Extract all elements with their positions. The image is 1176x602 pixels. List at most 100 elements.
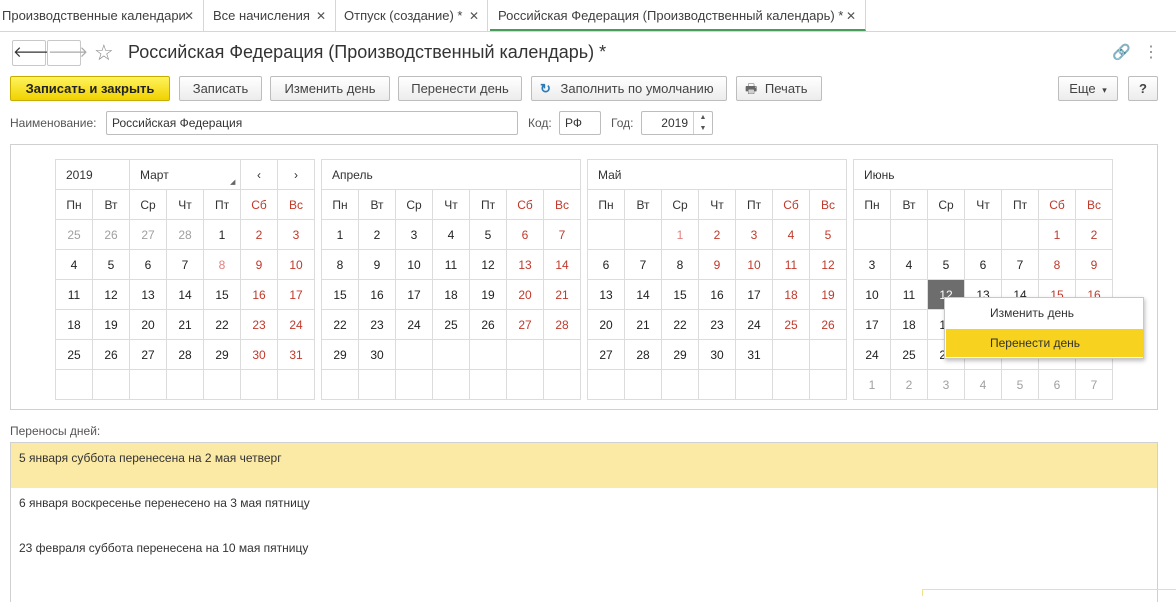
day-cell[interactable]: 27 <box>130 220 167 250</box>
day-cell[interactable]: 2 <box>1076 220 1113 250</box>
day-cell[interactable]: 20 <box>130 310 167 340</box>
day-cell[interactable]: 19 <box>810 280 847 310</box>
chevron-down-icon[interactable]: ▼ <box>694 123 712 134</box>
day-cell[interactable]: 8 <box>662 250 699 280</box>
day-cell[interactable]: 11 <box>433 250 470 280</box>
day-cell[interactable]: 1 <box>204 220 241 250</box>
save-button[interactable]: Записать <box>179 76 262 101</box>
day-cell[interactable]: 24 <box>736 310 773 340</box>
day-cell[interactable]: 28 <box>544 310 581 340</box>
close-icon[interactable]: ✕ <box>469 0 479 32</box>
tab-production-calendar[interactable]: Российская Федерация (Производственный к… <box>490 0 866 31</box>
day-cell[interactable]: 13 <box>588 280 625 310</box>
day-cell[interactable]: 1 <box>1039 220 1076 250</box>
month-selector[interactable]: Март <box>130 160 241 190</box>
day-cell[interactable]: 17 <box>854 310 891 340</box>
day-cell[interactable]: 30 <box>359 340 396 370</box>
day-cell[interactable]: 11 <box>773 250 810 280</box>
day-cell[interactable]: 24 <box>278 310 315 340</box>
day-cell[interactable]: 24 <box>854 340 891 370</box>
day-cell[interactable]: 29 <box>322 340 359 370</box>
day-cell[interactable]: 9 <box>699 250 736 280</box>
name-field[interactable]: Российская Федерация <box>106 111 518 135</box>
day-cell[interactable]: 25 <box>433 310 470 340</box>
day-cell[interactable]: 4 <box>433 220 470 250</box>
day-cell[interactable]: 25 <box>56 220 93 250</box>
tab-calendars[interactable]: Производственные календари ✕ <box>0 0 204 32</box>
day-cell[interactable]: 27 <box>130 340 167 370</box>
day-cell[interactable]: 29 <box>204 340 241 370</box>
year-selector[interactable]: 2019 <box>56 160 130 190</box>
change-day-button[interactable]: Изменить день <box>270 76 390 101</box>
day-cell[interactable]: 28 <box>167 340 204 370</box>
day-cell[interactable]: 6 <box>588 250 625 280</box>
back-button[interactable]: 🡐 <box>12 40 53 66</box>
list-item[interactable]: 23 февраля суббота перенесена на 10 мая … <box>11 533 1157 578</box>
day-cell[interactable]: 1 <box>322 220 359 250</box>
day-cell[interactable]: 26 <box>93 340 130 370</box>
day-cell[interactable]: 14 <box>167 280 204 310</box>
year-stepper[interactable]: ▲ ▼ <box>693 112 712 134</box>
day-cell[interactable]: 21 <box>167 310 204 340</box>
next-month-button[interactable]: › <box>278 160 315 190</box>
transfers-list[interactable]: 5 января суббота перенесена на 2 мая чет… <box>10 442 1158 602</box>
day-cell[interactable]: 16 <box>241 280 278 310</box>
day-cell[interactable]: 30 <box>699 340 736 370</box>
more-button[interactable]: Еще ▾ <box>1058 76 1118 101</box>
day-cell[interactable]: 29 <box>662 340 699 370</box>
day-cell[interactable]: 17 <box>278 280 315 310</box>
day-cell[interactable]: 12 <box>470 250 507 280</box>
day-cell[interactable]: 14 <box>625 280 662 310</box>
day-cell[interactable]: 3 <box>396 220 433 250</box>
close-icon[interactable]: ✕ <box>846 0 856 29</box>
day-cell[interactable]: 27 <box>507 310 544 340</box>
day-cell[interactable]: 5 <box>93 250 130 280</box>
day-cell[interactable]: 12 <box>93 280 130 310</box>
day-cell[interactable]: 19 <box>470 280 507 310</box>
day-cell[interactable]: 31 <box>278 340 315 370</box>
day-cell[interactable]: 11 <box>891 280 928 310</box>
day-cell[interactable]: 2 <box>359 220 396 250</box>
day-cell[interactable]: 24 <box>396 310 433 340</box>
day-cell[interactable]: 10 <box>396 250 433 280</box>
day-cell[interactable]: 7 <box>1076 370 1113 400</box>
day-cell[interactable]: 15 <box>662 280 699 310</box>
day-cell[interactable]: 5 <box>928 250 965 280</box>
day-cell[interactable]: 7 <box>1002 250 1039 280</box>
day-cell[interactable]: 5 <box>810 220 847 250</box>
day-cell[interactable]: 10 <box>854 280 891 310</box>
help-button[interactable]: ? <box>1128 76 1158 101</box>
list-item[interactable]: 5 января суббота перенесена на 2 мая чет… <box>11 443 1157 488</box>
day-cell[interactable]: 8 <box>1039 250 1076 280</box>
day-cell[interactable]: 6 <box>965 250 1002 280</box>
day-cell[interactable]: 1 <box>854 370 891 400</box>
tab-vacation[interactable]: Отпуск (создание) * ✕ <box>336 0 488 32</box>
forward-button[interactable]: 🡒 <box>47 40 88 66</box>
day-cell[interactable]: 10 <box>278 250 315 280</box>
day-cell[interactable]: 6 <box>130 250 167 280</box>
day-cell[interactable]: 10 <box>736 250 773 280</box>
day-cell[interactable]: 23 <box>241 310 278 340</box>
day-cell[interactable]: 9 <box>359 250 396 280</box>
day-cell[interactable]: 23 <box>699 310 736 340</box>
save-and-close-button[interactable]: Записать и закрыть <box>10 76 170 101</box>
day-cell[interactable]: 22 <box>662 310 699 340</box>
day-cell[interactable]: 14 <box>544 250 581 280</box>
day-cell[interactable]: 26 <box>810 310 847 340</box>
day-cell[interactable]: 25 <box>891 340 928 370</box>
day-cell[interactable]: 15 <box>322 280 359 310</box>
day-cell[interactable]: 28 <box>625 340 662 370</box>
day-cell[interactable]: 3 <box>854 250 891 280</box>
star-icon[interactable]: ☆ <box>94 40 114 66</box>
day-cell[interactable]: 28 <box>167 220 204 250</box>
day-cell[interactable]: 13 <box>507 250 544 280</box>
day-cell[interactable]: 9 <box>1076 250 1113 280</box>
day-cell[interactable]: 31 <box>736 340 773 370</box>
day-cell[interactable]: 6 <box>507 220 544 250</box>
day-cell[interactable]: 3 <box>928 370 965 400</box>
day-cell[interactable]: 13 <box>130 280 167 310</box>
move-day-button[interactable]: Перенести день <box>398 76 522 101</box>
day-cell[interactable]: 20 <box>588 310 625 340</box>
day-cell[interactable]: 3 <box>278 220 315 250</box>
more-vert-icon[interactable]: ⋮ <box>1143 42 1159 62</box>
